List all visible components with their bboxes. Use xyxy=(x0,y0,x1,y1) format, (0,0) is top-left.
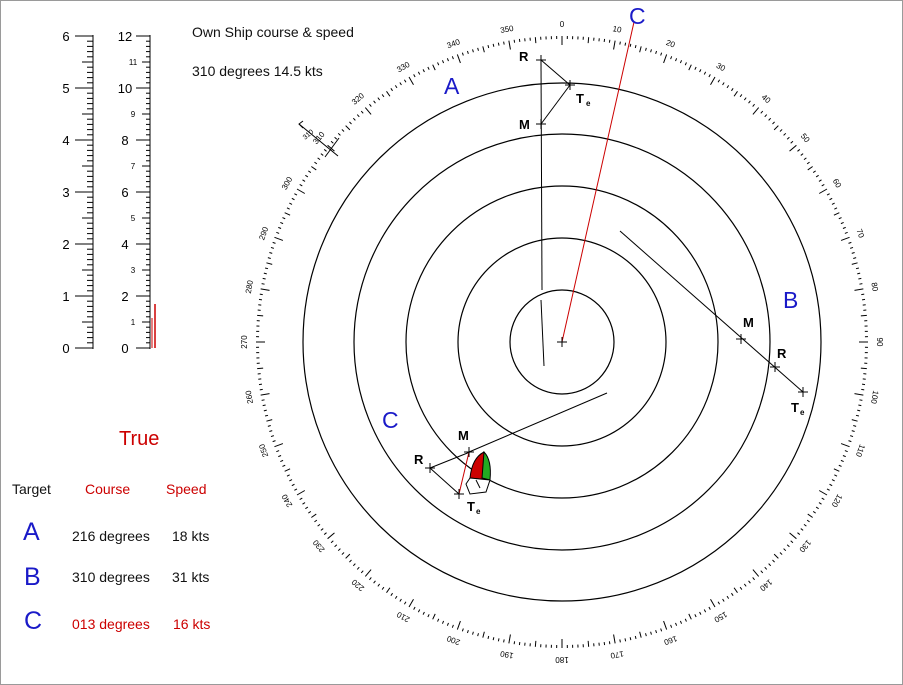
right-scale-label: 8 xyxy=(121,133,128,148)
right-scale-minor-label: 9 xyxy=(131,110,136,119)
header-course: Course xyxy=(85,481,131,497)
right-scale-label: 0 xyxy=(121,341,128,356)
right-scale-label: 6 xyxy=(121,185,128,200)
right-scale-minor-label: 1 xyxy=(131,318,136,327)
label-e-a: e xyxy=(586,99,591,108)
row-a-speed: 18 kts xyxy=(172,528,210,544)
bearing-label: 270 xyxy=(240,335,249,349)
left-scale-label: 4 xyxy=(62,133,69,148)
bearing-label: 90 xyxy=(875,338,884,347)
label-t-c: T xyxy=(467,499,475,514)
bearing-letter-c: C xyxy=(629,3,646,29)
right-scale-label: 10 xyxy=(118,81,132,96)
label-e-c: e xyxy=(476,507,481,516)
target-letter-a: A xyxy=(444,73,460,99)
label-t-a: T xyxy=(576,91,584,106)
target-letter-b: B xyxy=(783,287,798,313)
header-speed: Speed xyxy=(166,481,207,497)
right-scale-minor-label: 5 xyxy=(131,214,136,223)
label-t-b: T xyxy=(791,400,799,415)
bearing-label: 180 xyxy=(555,655,569,664)
row-b-course: 310 degrees xyxy=(72,569,150,585)
bearing-label: 0 xyxy=(560,20,565,29)
right-scale-minor-label: 11 xyxy=(129,58,138,67)
row-c-id: C xyxy=(24,607,43,635)
right-scale-label: 12 xyxy=(118,29,132,44)
own-ship-title: Own Ship course & speed xyxy=(192,24,354,40)
row-a-id: A xyxy=(23,518,40,546)
left-scale-label: 6 xyxy=(62,29,69,44)
row-b-id: B xyxy=(24,563,41,591)
label-r-a: R xyxy=(519,49,529,64)
header-target: Target xyxy=(12,481,51,497)
row-b-speed: 31 kts xyxy=(172,569,210,585)
right-scale-label: 2 xyxy=(121,289,128,304)
left-scale-label: 5 xyxy=(62,81,69,96)
mode-label: True xyxy=(119,428,160,450)
right-scale-minor-label: 7 xyxy=(131,162,136,171)
own-ship-value: 310 degrees 14.5 kts xyxy=(192,63,323,79)
label-m-c: M xyxy=(458,428,469,443)
target-letter-c: C xyxy=(382,407,399,433)
label-m-a: M xyxy=(519,117,530,132)
left-scale-label: 2 xyxy=(62,237,69,252)
label-m-b: M xyxy=(743,315,754,330)
right-scale-label: 4 xyxy=(121,237,128,252)
label-e-b: e xyxy=(800,408,805,417)
row-c-course: 013 degrees xyxy=(72,616,150,632)
right-scale-minor-label: 3 xyxy=(131,266,136,275)
row-c-speed: 16 kts xyxy=(173,616,211,632)
label-r-c: R xyxy=(414,452,424,467)
label-r-b: R xyxy=(777,346,787,361)
left-scale-label: 0 xyxy=(62,341,69,356)
row-a-course: 216 degrees xyxy=(72,528,150,544)
left-scale-label: 1 xyxy=(62,289,69,304)
left-scale-label: 3 xyxy=(62,185,69,200)
